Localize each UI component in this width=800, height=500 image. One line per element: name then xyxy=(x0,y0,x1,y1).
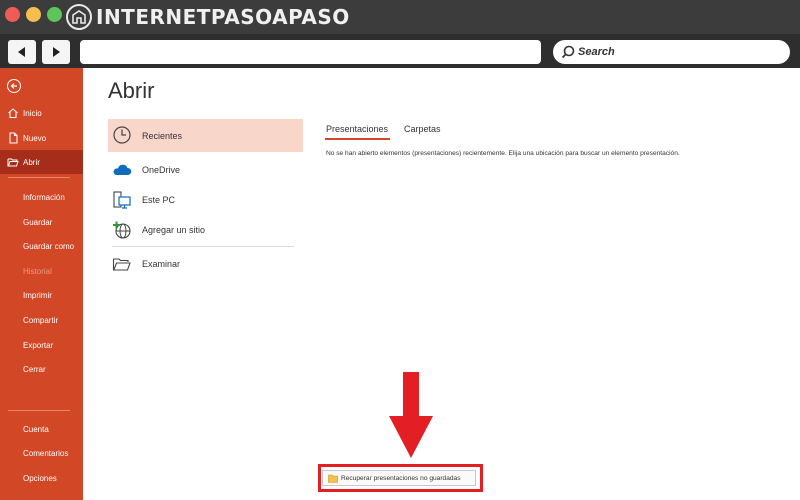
page-title: Abrir xyxy=(108,78,155,103)
sidebar-item-nuevo[interactable]: Nuevo xyxy=(0,126,83,150)
back-button[interactable] xyxy=(8,40,36,64)
globe-add-icon xyxy=(113,221,131,239)
sidebar-item-label: Inicio xyxy=(23,108,42,118)
sidebar-item-compartir[interactable]: Compartir xyxy=(0,308,83,332)
sidebar-item-label: Guardar como xyxy=(23,241,75,251)
sidebar-item-label: Opciones xyxy=(23,473,57,483)
title-bar: INTERNETPASOAPASO xyxy=(0,0,800,34)
sidebar-item-label: Abrir xyxy=(23,157,40,167)
empty-recent-message: No se han abierto elementos (presentacio… xyxy=(326,150,680,157)
arrow-left-icon xyxy=(10,83,17,89)
sidebar-item-comentarios[interactable]: Comentarios xyxy=(0,441,83,465)
sidebar-item-label: Exportar xyxy=(23,340,54,350)
sidebar-item-historial: Historial xyxy=(0,259,83,283)
folder-icon xyxy=(112,258,131,271)
annotation-arrow-icon xyxy=(389,372,433,458)
browser-toolbar: Search xyxy=(0,34,800,68)
location-este-pc[interactable]: Este PC xyxy=(108,185,303,215)
sidebar-item-label: Información xyxy=(23,192,65,202)
sidebar-item-exportar[interactable]: Exportar xyxy=(0,333,83,357)
arrow-right-icon xyxy=(53,47,60,57)
tab-carpetas[interactable]: Carpetas xyxy=(404,124,441,134)
location-label: Recientes xyxy=(142,130,183,141)
address-bar[interactable] xyxy=(80,40,541,64)
search-input[interactable]: Search xyxy=(553,40,790,64)
recover-button-label: Recuperar presentaciones no guardadas xyxy=(341,474,461,482)
sidebar-item-label: Compartir xyxy=(23,315,59,325)
location-label: Este PC xyxy=(142,195,176,205)
sidebar-divider xyxy=(8,410,70,411)
logo-icon xyxy=(66,4,92,30)
sidebar-divider xyxy=(8,177,70,178)
back-arrow-button[interactable] xyxy=(7,79,21,93)
sidebar-item-guardar-como[interactable]: Guardar como xyxy=(0,234,83,258)
location-label: Agregar un sitio xyxy=(142,225,206,235)
sidebar-item-cuenta[interactable]: Cuenta xyxy=(0,417,83,441)
location-recientes[interactable]: Recientes xyxy=(108,119,303,152)
close-window-button[interactable] xyxy=(5,7,20,22)
location-agregar-sitio[interactable]: Agregar un sitio xyxy=(108,215,303,245)
sidebar-item-cerrar[interactable]: Cerrar xyxy=(0,357,83,381)
new-file-icon xyxy=(9,132,18,144)
logo-text: INTERNETPASOAPASO xyxy=(96,5,350,29)
locations-divider xyxy=(112,246,294,247)
sidebar-item-label: Cuenta xyxy=(23,424,49,434)
location-onedrive[interactable]: OneDrive xyxy=(108,155,303,185)
sidebar-item-label: Historial xyxy=(23,266,52,276)
maximize-window-button[interactable] xyxy=(47,7,62,22)
location-label: OneDrive xyxy=(142,165,181,175)
sidebar-item-opciones[interactable]: Opciones xyxy=(0,466,83,490)
location-examinar[interactable]: Examinar xyxy=(108,249,303,279)
sidebar-item-abrir[interactable]: Abrir xyxy=(0,150,83,174)
tab-presentaciones[interactable]: Presentaciones xyxy=(326,124,388,134)
search-icon xyxy=(561,45,575,59)
sidebar-item-imprimir[interactable]: Imprimir xyxy=(0,283,83,307)
sidebar-item-label: Imprimir xyxy=(23,290,52,300)
sidebar-item-informacion[interactable]: Información xyxy=(0,185,83,209)
arrow-left-icon xyxy=(18,47,25,57)
active-tab-underline xyxy=(325,138,390,140)
sidebar-item-label: Nuevo xyxy=(23,133,47,143)
watermark-logo: INTERNETPASOAPASO xyxy=(66,3,350,31)
forward-button[interactable] xyxy=(42,40,70,64)
open-folder-icon xyxy=(7,158,19,167)
sidebar-item-label: Cerrar xyxy=(23,364,46,374)
sidebar-item-guardar[interactable]: Guardar xyxy=(0,210,83,234)
sidebar-item-label: Guardar xyxy=(23,217,53,227)
sidebar-item-inicio[interactable]: Inicio xyxy=(0,101,83,125)
backstage-sidebar: Inicio Nuevo Abrir Información Guardar G… xyxy=(0,68,83,500)
sidebar-item-label: Comentarios xyxy=(23,448,69,458)
computer-icon xyxy=(113,191,131,209)
search-placeholder: Search xyxy=(578,46,615,58)
home-icon xyxy=(8,108,18,118)
cloud-icon xyxy=(113,164,132,175)
location-label: Examinar xyxy=(142,259,181,269)
minimize-window-button[interactable] xyxy=(26,7,41,22)
clock-icon xyxy=(113,126,131,144)
recover-unsaved-button[interactable]: Recuperar presentaciones no guardadas xyxy=(322,470,476,486)
folder-icon xyxy=(328,474,338,483)
